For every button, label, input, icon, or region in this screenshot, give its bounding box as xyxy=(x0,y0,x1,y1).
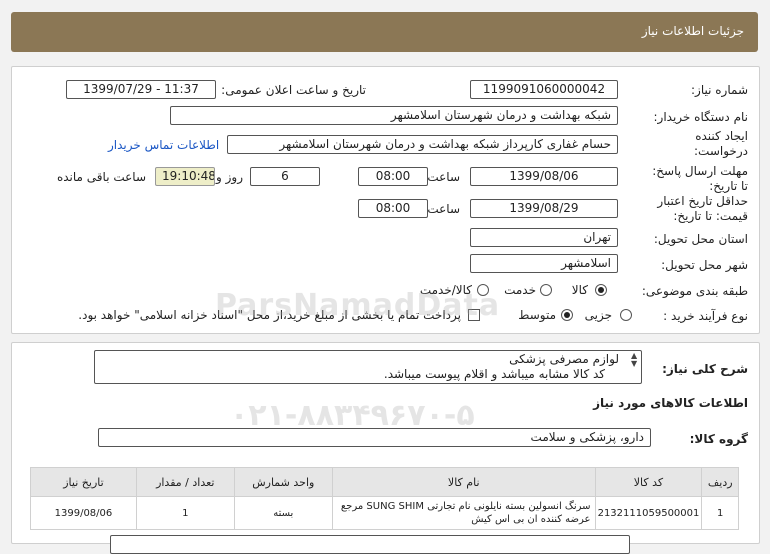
creator-label-2: درخواست: xyxy=(694,144,748,158)
need-number-field[interactable]: 1199091060000042 xyxy=(470,80,618,99)
category-label: طبقه بندی موضوعی: xyxy=(641,284,748,298)
deadline-time-label: ساعت xyxy=(427,170,460,184)
col-date: تاریخ نیاز xyxy=(30,467,137,497)
goods-section-title: اطلاعات کالاهای مورد نیاز xyxy=(593,396,748,410)
row-index: 1 xyxy=(701,496,739,530)
announce-label: تاریخ و ساعت اعلان عمومی: xyxy=(221,83,366,97)
table-row[interactable]: 1 2132111059500001 سرنگ انسولین بسته نای… xyxy=(30,496,739,530)
province-label: استان محل تحویل: xyxy=(653,232,748,246)
buyer-label: نام دستگاه خریدار: xyxy=(653,110,749,124)
process-option-medium: متوسط xyxy=(518,308,556,322)
city-label: شهر محل تحویل: xyxy=(661,258,748,272)
province-field[interactable]: تهران xyxy=(470,228,618,247)
description-line-2: کد کالا مشابه میباشد و اقلام پیوست میباش… xyxy=(383,367,605,381)
creator-field[interactable]: حسام غفاری کارپرداز شبکه بهداشت و درمان … xyxy=(227,135,618,154)
validity-label-1: حداقل تاریخ اعتبار xyxy=(657,194,748,208)
scroll-arrows-icon[interactable]: ▲ ▼ xyxy=(631,352,637,368)
deadline-date-field[interactable]: 1399/08/06 xyxy=(470,167,618,186)
buyer-field[interactable]: شبکه بهداشت و درمان شهرستان اسلامشهر xyxy=(170,106,618,125)
row-code: 2132111059500001 xyxy=(594,496,703,530)
validity-date-field[interactable]: 1399/08/29 xyxy=(470,199,618,218)
deadline-label-1: مهلت ارسال پاسخ: xyxy=(652,164,748,178)
buyer-contact-link[interactable]: اطلاعات تماس خریدار xyxy=(108,138,219,152)
description-line-1: لوازم مصرفی پزشکی xyxy=(509,352,619,366)
process-label: نوع فرآیند خرید : xyxy=(663,309,748,323)
description-label: شرح کلی نیاز: xyxy=(662,362,748,376)
page-title: جزئیات اطلاعات نیاز xyxy=(641,24,744,38)
process-radio-medium[interactable] xyxy=(561,309,573,321)
description-textarea[interactable]: لوازم مصرفی پزشکی کد کالا مشابه میباشد و… xyxy=(94,350,642,384)
row-qty: 1 xyxy=(135,496,235,530)
category-radio-goods[interactable] xyxy=(595,284,607,296)
validity-label-2: قیمت: تا تاریخ: xyxy=(673,209,748,223)
validity-time-label: ساعت xyxy=(427,202,460,216)
remaining-label: ساعت باقی مانده xyxy=(56,170,146,184)
col-name: نام کالا xyxy=(331,467,596,497)
goods-group-label: گروه کالا: xyxy=(689,432,748,446)
creator-label-1: ایجاد کننده xyxy=(695,129,748,143)
goods-table-header: ردیف کد کالا نام کالا واحد شمارش تعداد /… xyxy=(30,467,739,497)
watermark-phone: ۰۲۱-۸۸۳۴۹۶۷۰-۵ xyxy=(230,398,475,433)
row-date: 1399/08/06 xyxy=(30,496,137,530)
city-field[interactable]: اسلامشهر xyxy=(470,254,618,273)
page-header: جزئیات اطلاعات نیاز xyxy=(11,12,758,52)
days-label: روز و xyxy=(216,170,243,184)
col-code: کد کالا xyxy=(594,467,703,497)
category-option-goods: کالا xyxy=(571,283,588,297)
watermark-logo: ParsNamadData xyxy=(215,288,501,323)
row-name: سرنگ انسولین بسته نایلونی نام تجارتی SUN… xyxy=(331,496,596,530)
validity-time-field[interactable]: 08:00 xyxy=(358,199,428,218)
remaining-time-field: 19:10:48 xyxy=(155,167,215,186)
deadline-label-2: تا تاریخ: xyxy=(709,179,748,193)
announce-field[interactable]: 1399/07/29 - 11:37 xyxy=(66,80,216,99)
category-radio-service[interactable] xyxy=(540,284,552,296)
goods-table: ردیف کد کالا نام کالا واحد شمارش تعداد /… xyxy=(30,467,739,530)
process-radio-partial[interactable] xyxy=(620,309,632,321)
need-number-label: شماره نیاز: xyxy=(691,83,748,97)
process-option-partial: جزیی xyxy=(584,308,612,322)
col-unit: واحد شمارش xyxy=(233,467,333,497)
row-unit: بسته xyxy=(233,496,333,530)
deadline-time-field[interactable]: 08:00 xyxy=(358,167,428,186)
category-option-service: خدمت xyxy=(504,283,536,297)
col-index: ردیف xyxy=(701,467,739,497)
days-remaining-field[interactable]: 6 xyxy=(250,167,320,186)
col-qty: تعداد / مقدار xyxy=(135,467,235,497)
